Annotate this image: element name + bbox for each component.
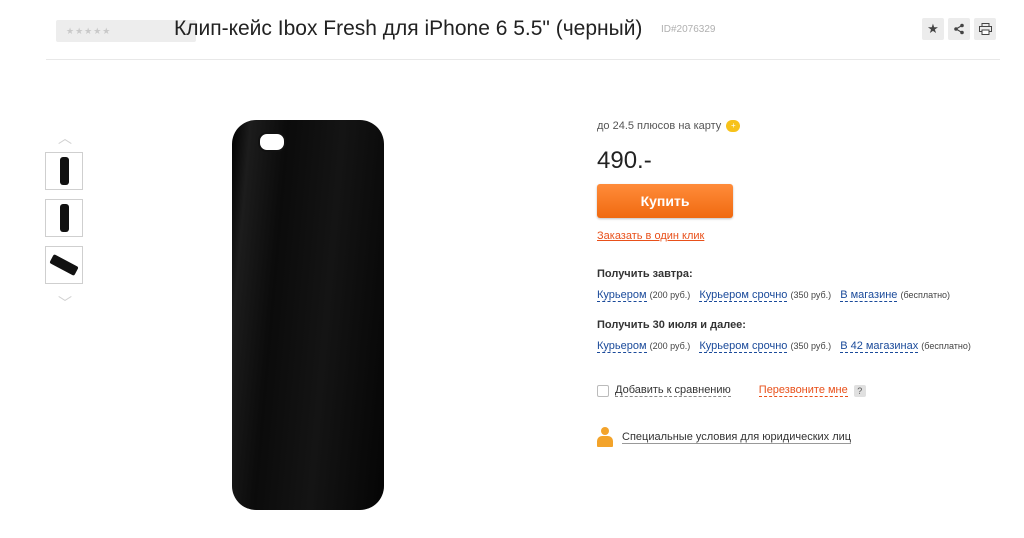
thumbnail-2[interactable] xyxy=(45,199,83,237)
legal-entities-link[interactable]: Специальные условия для юридических лиц xyxy=(622,431,852,444)
bonus-points: до 24.5 плюсов на карту + xyxy=(597,120,1017,132)
delivery-courier-link[interactable]: Курьером xyxy=(597,340,647,353)
camera-cutout xyxy=(258,132,286,152)
buy-button[interactable]: Купить xyxy=(597,184,733,218)
person-icon xyxy=(597,427,613,447)
phone-case-image xyxy=(232,120,384,510)
thumbnail-3[interactable] xyxy=(45,246,83,284)
delivery-tomorrow: Получить завтра: Курьером (200 руб.) Кур… xyxy=(597,268,1017,302)
delivery-note: (200 руб.) xyxy=(649,290,691,300)
delivery-courier-link[interactable]: Курьером xyxy=(597,289,647,302)
thumbnail-gallery: ︿ ﹀ xyxy=(45,128,85,313)
delivery-note: (бесплатно) xyxy=(921,341,971,351)
share-icon[interactable] xyxy=(948,18,970,40)
delivery-options: Курьером (200 руб.) Курьером срочно (350… xyxy=(597,340,1017,353)
delivery-note: (350 руб.) xyxy=(790,341,832,351)
callback-link[interactable]: Перезвоните мне xyxy=(758,384,848,397)
delivery-note: (350 руб.) xyxy=(790,290,832,300)
chevron-down-icon[interactable]: ﹀ xyxy=(45,293,85,313)
one-click-order-link[interactable]: Заказать в один клик xyxy=(597,230,704,242)
thumbnail-1[interactable] xyxy=(45,152,83,190)
product-id: ID#2076329 xyxy=(661,24,716,35)
delivery-express-link[interactable]: Курьером срочно xyxy=(699,340,788,353)
bonus-text: до 24.5 плюсов на карту xyxy=(597,120,722,132)
delivery-title: Получить завтра: xyxy=(597,268,693,280)
delivery-options: Курьером (200 руб.) Курьером срочно (350… xyxy=(597,289,1017,302)
delivery-title: Получить 30 июля и далее: xyxy=(597,319,746,331)
extra-actions: Добавить к сравнению Перезвоните мне ? xyxy=(597,384,1017,397)
delivery-later: Получить 30 июля и далее: Курьером (200 … xyxy=(597,319,1017,353)
delivery-note: (бесплатно) xyxy=(900,290,951,300)
chevron-up-icon[interactable]: ︿ xyxy=(45,128,85,148)
product-header: ★★★★★ Клип-кейс Ibox Fresh для iPhone 6 … xyxy=(46,0,1000,60)
product-image[interactable] xyxy=(232,120,384,510)
rating-stars: ★★★★★ xyxy=(66,25,112,36)
purchase-panel: до 24.5 плюсов на карту + 490.- Купить З… xyxy=(597,120,1017,447)
compare-checkbox[interactable] xyxy=(597,384,609,397)
delivery-note: (200 руб.) xyxy=(649,341,691,351)
price: 490.- xyxy=(597,147,652,174)
print-icon[interactable] xyxy=(974,18,996,40)
header-actions: ★ xyxy=(922,18,996,40)
delivery-store-link[interactable]: В магазине xyxy=(840,289,898,302)
delivery-stores-link[interactable]: В 42 магазинах xyxy=(840,340,919,353)
compare-label[interactable]: Добавить к сравнению xyxy=(615,384,731,397)
delivery-express-link[interactable]: Курьером срочно xyxy=(699,289,788,302)
bonus-card-icon: + xyxy=(726,120,741,132)
page-title: Клип-кейс Ibox Fresh для iPhone 6 5.5" (… xyxy=(174,17,643,40)
star-icon[interactable]: ★ xyxy=(922,18,944,40)
legal-entities-block: Специальные условия для юридических лиц xyxy=(597,427,1017,447)
help-icon[interactable]: ? xyxy=(853,384,866,397)
